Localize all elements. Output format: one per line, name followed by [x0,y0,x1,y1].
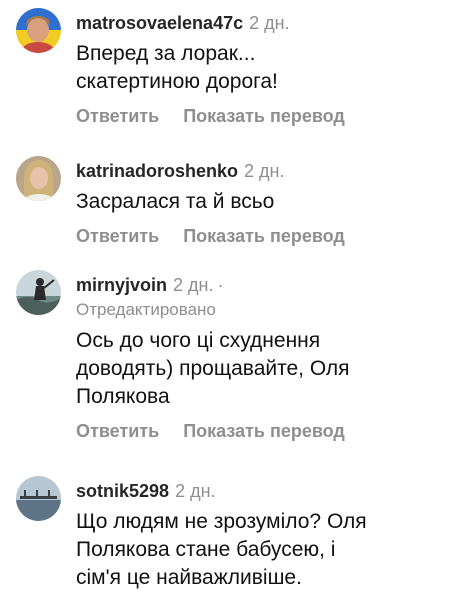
avatar[interactable] [16,156,61,201]
reply-button[interactable]: Ответить [76,421,159,441]
comment-meta: matrosovaelena47c 2 дн. [76,12,463,34]
timestamp: 2 дн. [249,13,290,33]
comment-actions: Ответить Показать перевод [76,105,463,127]
show-translation-button[interactable]: Показать перевод [183,226,345,246]
comment-meta: mirnyjvoin 2 дн. · [76,274,463,296]
username[interactable]: katrinadoroshenko [76,161,238,181]
comment-meta: katrinadoroshenko 2 дн. [76,160,463,182]
reply-button[interactable]: Ответить [76,226,159,246]
username[interactable]: sotnik5298 [76,481,169,501]
username[interactable]: matrosovaelena47c [76,13,243,33]
separator-dot: · [217,275,224,295]
timestamp: 2 дн. [173,275,214,295]
comment-text-line: Полякова стане бабусею, і [76,538,336,561]
comment-meta: sotnik5298 2 дн. [76,480,463,502]
edited-label: Отредактировано [76,300,216,319]
timestamp: 2 дн. [244,161,285,181]
avatar[interactable] [16,8,61,53]
show-translation-button[interactable]: Показать перевод [183,106,345,126]
comment-actions: Ответить Показать перевод [76,225,463,247]
username[interactable]: mirnyjvoin [76,275,167,295]
comment-text-line: Що людям не зрозуміло? Оля [76,510,367,533]
avatar-woman-blonde-icon [16,156,61,201]
reply-button[interactable]: Ответить [76,106,159,126]
avatar-person-landscape-icon [16,270,61,315]
avatar-woman-ukraine-flag-icon [16,8,61,53]
comment-text-line: скатертиною дорога! [76,70,278,93]
show-translation-button[interactable]: Показать перевод [183,421,345,441]
comment-text: Засралася та й всьо [76,188,463,216]
timestamp: 2 дн. [175,481,216,501]
comment-text-line: сім'я це найважливіше. [76,566,302,589]
avatar-pier-sea-icon [16,476,61,521]
comment-text: Що людям не зрозуміло? Оля Полякова стан… [76,508,463,592]
comment-text-line: Вперед за лорак... [76,42,256,65]
comment-actions: Ответить Показать перевод [76,420,463,442]
comment-text: Вперед за лорак... скатертиною дорога! [76,40,463,96]
comment-text-line: доводять) прощавайте, Оля [76,357,350,380]
comment-text-line: Полякова [76,385,170,408]
comment-text-line: Ось до чого ці схуднення [76,329,321,352]
comment-text: Ось до чого ці схуднення доводять) проща… [76,327,463,411]
avatar[interactable] [16,476,61,521]
comment-text-line: Засралася та й всьо [76,190,275,213]
avatar[interactable] [16,270,61,315]
